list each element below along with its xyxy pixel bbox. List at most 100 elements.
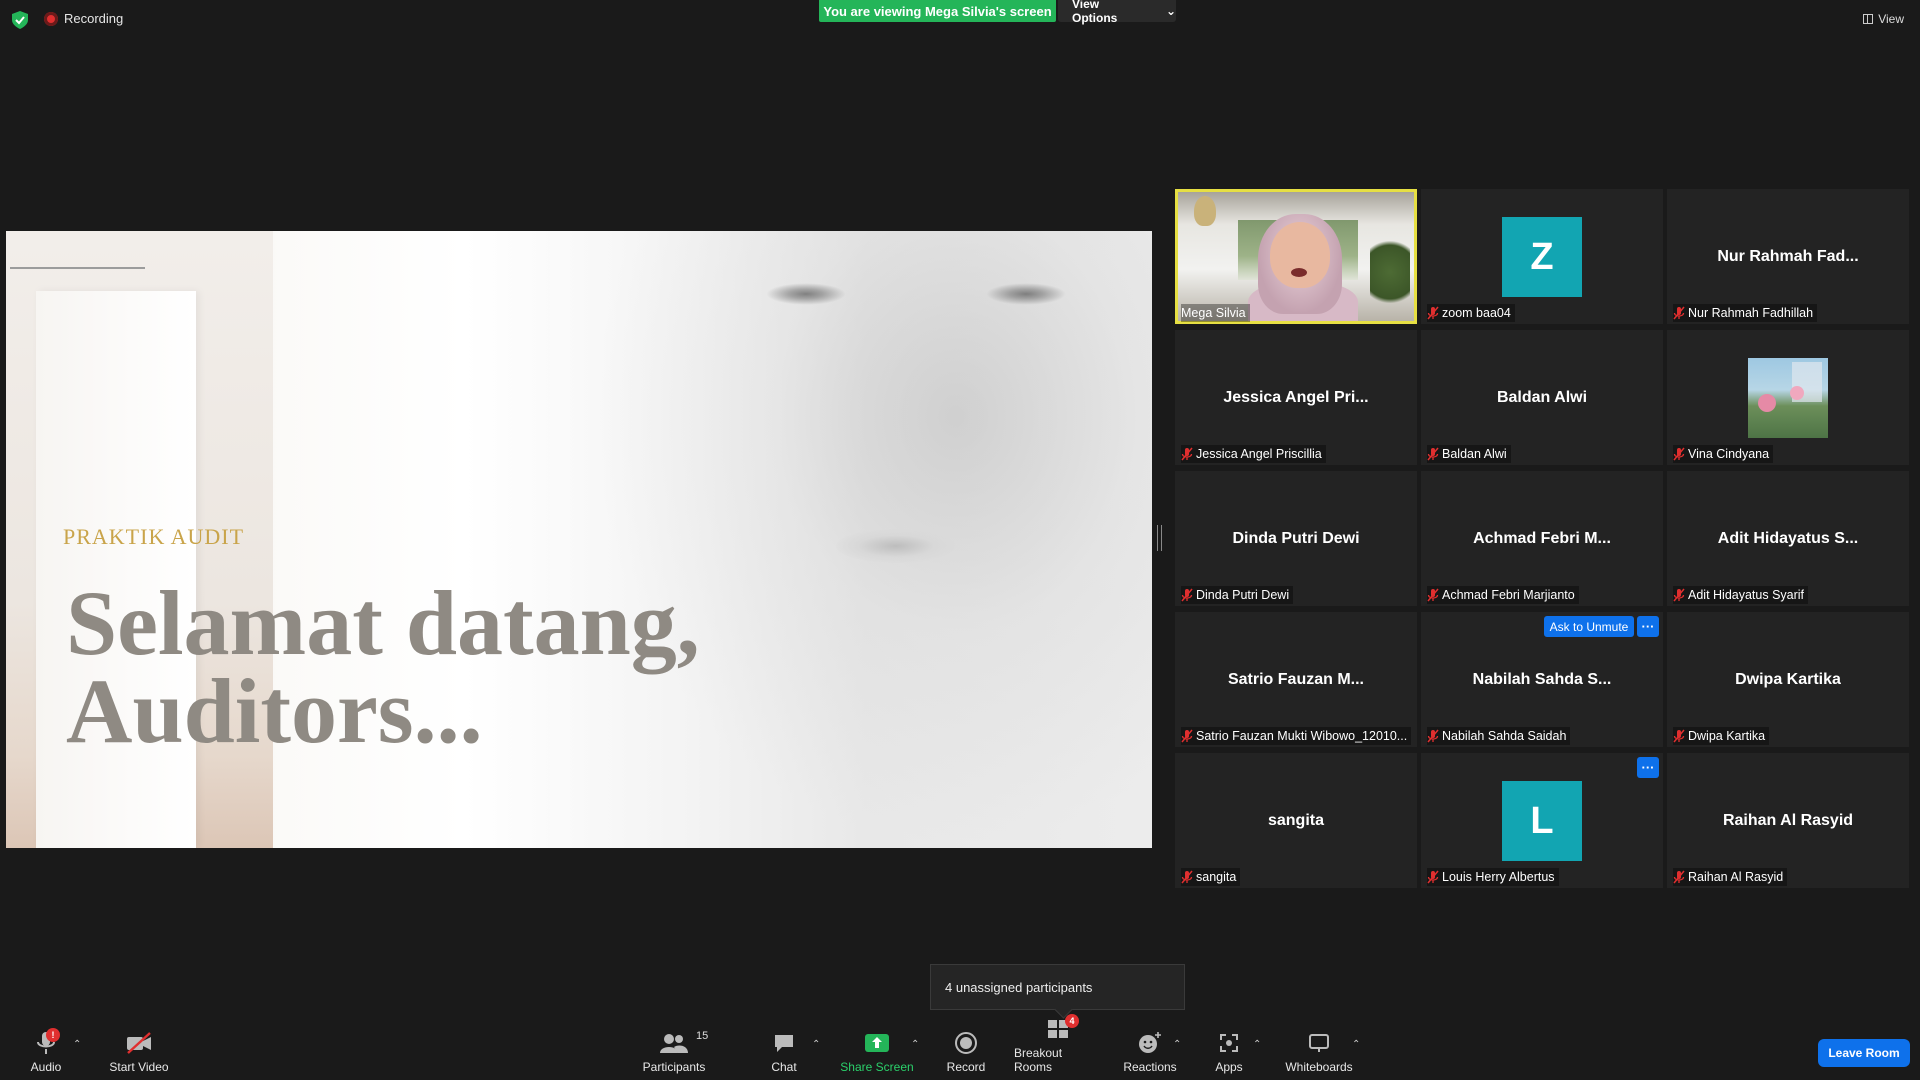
participant-tile[interactable]: Baldan Alwi Baldan Alwi [1421, 330, 1663, 465]
slide-kicker: PRAKTIK AUDIT [63, 524, 245, 549]
participant-tile[interactable]: Mega Silvia [1175, 189, 1417, 324]
view-options-button[interactable]: View Options ⌄ [1058, 0, 1176, 25]
apps-icon [1219, 1028, 1239, 1058]
participant-name: Achmad Febri Marjianto [1442, 588, 1575, 602]
slide-title-line-1: Selamat datang, [66, 572, 700, 674]
apps-options-caret-icon[interactable]: ⌃ [1253, 1039, 1261, 1050]
ask-to-unmute-button[interactable]: Ask to Unmute [1544, 616, 1634, 637]
participant-tile[interactable]: Raihan Al Rasyid Raihan Al Rasyid [1667, 753, 1909, 888]
participant-tile[interactable]: Adit Hidayatus S... Adit Hidayatus Syarif [1667, 471, 1909, 606]
slide-face-eye-left [766, 283, 846, 305]
slide-face-eye-right [986, 283, 1066, 305]
microphone-icon: ! [36, 1028, 60, 1058]
participant-name: Nur Rahmah Fadhillah [1688, 306, 1814, 320]
slide-door-panel [36, 291, 196, 848]
apps-button[interactable]: Apps [1213, 1028, 1245, 1074]
participants-label: Participants [642, 1060, 706, 1074]
participant-tile[interactable]: Dwipa Kartika Dwipa Kartika [1667, 612, 1909, 747]
muted-microphone-icon [1673, 306, 1685, 320]
security-shield-icon[interactable] [12, 11, 28, 29]
slide-title-line-2: Auditors... [66, 660, 483, 762]
share-options-caret-icon[interactable]: ⌃ [911, 1039, 919, 1050]
participant-tile[interactable]: Jessica Angel Pri... Jessica Angel Prisci… [1175, 330, 1417, 465]
participant-name: Satrio Fauzan Mukti Wibowo_12010... [1196, 729, 1408, 743]
slide-title: Selamat datang, Auditors... [66, 572, 700, 762]
participant-display-name: Baldan Alwi [1496, 388, 1588, 406]
reactions-options-caret-icon[interactable]: ⌃ [1173, 1039, 1181, 1050]
participant-tile[interactable]: Nur Rahmah Fad... Nur Rahmah Fadhillah [1667, 189, 1909, 324]
participant-name: Mega Silvia [1181, 306, 1246, 320]
participant-name: Vina Cindyana [1688, 447, 1770, 461]
participant-display-name: Raihan Al Rasyid [1722, 811, 1854, 829]
participant-tile[interactable]: Satrio Fauzan M... Satrio Fauzan Mukti Wi… [1175, 612, 1417, 747]
participant-display-name: Achmad Febri M... [1473, 529, 1611, 547]
viewing-screen-banner: You are viewing Mega Silvia's screen [819, 0, 1056, 22]
participant-name-label: Nur Rahmah Fadhillah [1673, 304, 1818, 322]
share-screen-button[interactable]: Share Screen [840, 1028, 914, 1074]
whiteboards-options-caret-icon[interactable]: ⌃ [1352, 1039, 1360, 1050]
reactions-icon [1138, 1028, 1162, 1058]
participant-avatar: L [1502, 781, 1582, 861]
participant-name-label: Adit Hidayatus Syarif [1673, 586, 1809, 604]
muted-microphone-icon [1427, 729, 1439, 743]
muted-microphone-icon [1673, 588, 1685, 602]
reactions-button[interactable]: Reactions [1123, 1028, 1177, 1074]
whiteboards-label: Whiteboards [1285, 1060, 1353, 1074]
muted-microphone-icon [1181, 729, 1193, 743]
participant-display-name: Dinda Putri Dewi [1232, 529, 1360, 547]
participant-name-label: Jessica Angel Priscillia [1181, 445, 1326, 463]
whiteboards-button[interactable]: Whiteboards [1284, 1028, 1354, 1074]
tile-more-options-button[interactable]: ··· [1637, 616, 1659, 637]
breakout-rooms-label: Breakout Rooms [1014, 1046, 1063, 1074]
view-button[interactable]: View [1863, 12, 1904, 26]
muted-microphone-icon [1181, 588, 1193, 602]
breakout-rooms-button[interactable]: 4 Breakout Rooms [1014, 1014, 1102, 1074]
tile-more-options-button[interactable]: ··· [1637, 757, 1659, 778]
participant-tile[interactable]: Zzoom baa04 [1421, 189, 1663, 324]
participant-tile[interactable]: Dinda Putri Dewi Dinda Putri Dewi [1175, 471, 1417, 606]
muted-microphone-icon [1673, 870, 1685, 884]
participants-button[interactable]: 15 Participants [640, 1028, 709, 1074]
gallery-view-icon [1863, 14, 1874, 24]
participant-display-name: Satrio Fauzan M... [1227, 670, 1364, 688]
muted-microphone-icon [1673, 729, 1685, 743]
participant-name-label: Raihan Al Rasyid [1673, 868, 1788, 886]
apps-label: Apps [1215, 1060, 1243, 1074]
participant-name-label: Dwipa Kartika [1673, 727, 1770, 745]
participant-name: Louis Herry Albertus [1442, 870, 1555, 884]
participant-display-name: Adit Hidayatus S... [1717, 529, 1859, 547]
participant-name-label: Vina Cindyana [1673, 445, 1774, 463]
video-off-icon [125, 1028, 153, 1058]
participant-display-name: Jessica Angel Pri... [1223, 388, 1369, 406]
shared-screen[interactable]: PRAKTIK AUDIT Selamat datang, Auditors..… [6, 231, 1152, 848]
record-button[interactable]: Record [944, 1028, 988, 1074]
participant-tile[interactable]: L Louis Herry Albertus [1421, 753, 1663, 888]
participant-display-name: sangita [1267, 811, 1324, 829]
breakout-rooms-icon: 4 [1047, 1014, 1079, 1044]
recording-indicator[interactable]: Recording [44, 11, 123, 26]
muted-microphone-icon [1673, 447, 1685, 461]
audio-options-caret-icon[interactable]: ⌃ [73, 1039, 81, 1050]
leave-room-button[interactable]: Leave Room [1818, 1039, 1910, 1067]
breakout-rooms-badge: 4 [1065, 1014, 1079, 1028]
audio-button[interactable]: ! Audio [26, 1028, 66, 1074]
participant-tile[interactable]: Achmad Febri M... Achmad Febri Marjianto [1421, 471, 1663, 606]
participant-name: Nabilah Sahda Saidah [1442, 729, 1567, 743]
participant-photo-avatar [1748, 358, 1828, 438]
muted-microphone-icon [1427, 306, 1439, 320]
video-mouth [1291, 268, 1307, 277]
participant-video [1178, 192, 1414, 321]
participant-tile[interactable]: Vina Cindyana [1667, 330, 1909, 465]
view-options-label: View Options [1072, 0, 1118, 25]
participant-display-name: Dwipa Kartika [1735, 670, 1841, 688]
audio-warning-badge: ! [46, 1028, 60, 1042]
start-video-button[interactable]: Start Video [106, 1028, 172, 1074]
participant-name-label: Satrio Fauzan Mukti Wibowo_12010... [1181, 727, 1412, 745]
share-screen-icon [864, 1028, 890, 1058]
split-resize-handle[interactable] [1157, 525, 1162, 551]
participant-name: Dinda Putri Dewi [1196, 588, 1290, 602]
participant-tile[interactable]: sangita sangita [1175, 753, 1417, 888]
participant-name: zoom baa04 [1442, 306, 1511, 320]
chat-button[interactable]: Chat [766, 1028, 802, 1074]
chat-options-caret-icon[interactable]: ⌃ [812, 1039, 820, 1050]
